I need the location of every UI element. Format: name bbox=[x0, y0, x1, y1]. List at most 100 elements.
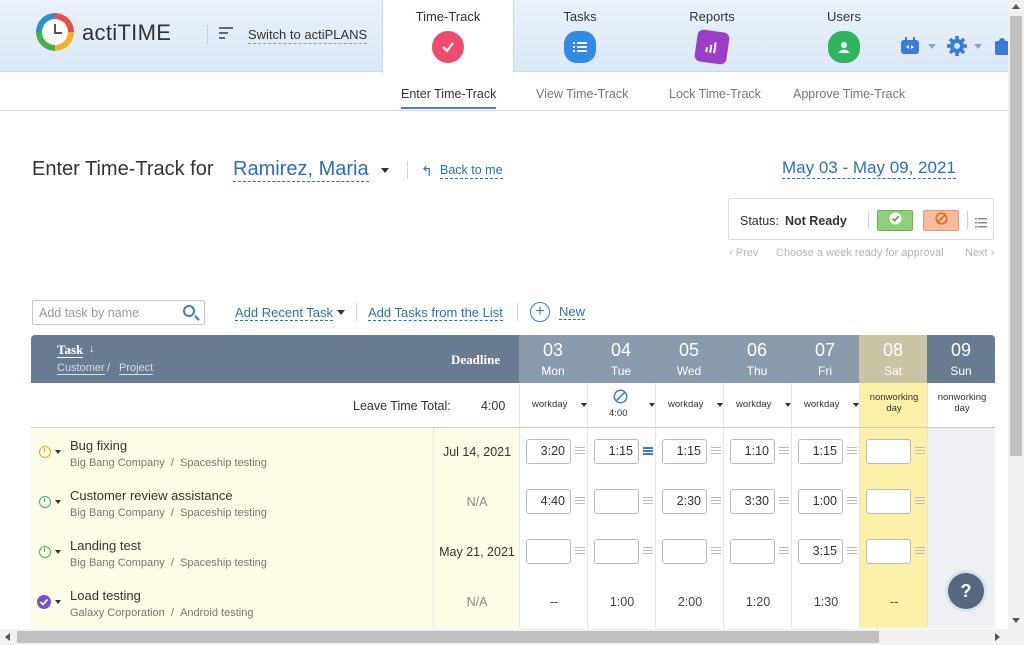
task-name[interactable]: Bug fixing bbox=[70, 438, 127, 453]
time-input[interactable] bbox=[594, 489, 639, 514]
next-week-link[interactable]: Next › bbox=[965, 247, 994, 259]
search-icon[interactable] bbox=[183, 305, 195, 317]
day-type-cell[interactable]: workday bbox=[655, 383, 723, 427]
time-input[interactable]: 3:15 bbox=[798, 539, 843, 564]
puzzle-icon[interactable] bbox=[993, 37, 1008, 57]
project-name[interactable]: Spaceship testing bbox=[180, 507, 267, 519]
comment-icon[interactable] bbox=[915, 447, 925, 456]
comment-icon[interactable] bbox=[779, 547, 789, 556]
comment-icon[interactable] bbox=[779, 447, 789, 456]
day-type-cell[interactable]: nonworking day bbox=[927, 383, 995, 427]
task-clock-icon[interactable] bbox=[39, 496, 51, 508]
project-name[interactable]: Spaceship testing bbox=[180, 557, 267, 569]
customer-sort-header[interactable]: Customer bbox=[57, 362, 105, 375]
time-input[interactable] bbox=[526, 539, 571, 564]
add-recent-task-link[interactable]: Add Recent Task bbox=[235, 305, 334, 321]
project-name[interactable]: Android testing bbox=[180, 607, 253, 619]
day-type-cell[interactable]: workday bbox=[723, 383, 791, 427]
comment-icon[interactable] bbox=[847, 497, 857, 506]
date-range-picker[interactable]: May 03 - May 09, 2021 bbox=[782, 157, 956, 179]
time-input[interactable]: 2:30 bbox=[662, 489, 707, 514]
history-list-icon[interactable] bbox=[975, 215, 987, 233]
time-input[interactable] bbox=[866, 439, 911, 464]
comment-icon[interactable] bbox=[915, 497, 925, 506]
task-sort-header[interactable]: Task bbox=[57, 343, 84, 358]
task-clock-icon[interactable] bbox=[39, 446, 51, 458]
deadline-header[interactable]: Deadline bbox=[451, 352, 500, 368]
comment-icon[interactable] bbox=[711, 497, 721, 506]
customer-name[interactable]: Galaxy Corporation bbox=[70, 607, 165, 619]
subtab-approve-time-track[interactable]: Approve Time-Track bbox=[793, 87, 905, 101]
time-input[interactable] bbox=[594, 539, 639, 564]
day-type-cell[interactable]: workday bbox=[791, 383, 859, 427]
user-selector[interactable]: Ramirez, Maria bbox=[233, 157, 369, 182]
time-input[interactable]: 1:15 bbox=[798, 439, 843, 464]
task-clock-icon[interactable] bbox=[39, 546, 51, 558]
task-name[interactable]: Load testing bbox=[70, 588, 141, 603]
tab-users[interactable]: Users bbox=[778, 0, 910, 72]
switch-to-actiplans-link[interactable]: Switch to actiPLANS bbox=[248, 27, 368, 44]
chevron-down-icon[interactable] bbox=[974, 44, 982, 49]
scroll-right-icon[interactable] bbox=[995, 633, 1000, 641]
day-type-cell[interactable]: workday bbox=[519, 383, 587, 427]
scroll-up-icon[interactable] bbox=[1012, 4, 1020, 9]
tab-tasks[interactable]: Tasks bbox=[514, 0, 646, 72]
sort-arrow-icon[interactable]: ↓ bbox=[89, 343, 95, 355]
new-task-link[interactable]: New bbox=[559, 304, 586, 320]
task-name[interactable]: Customer review assistance bbox=[70, 488, 233, 503]
chevron-down-icon[interactable] bbox=[55, 500, 61, 504]
day-type-cell[interactable]: nonworking day bbox=[859, 383, 927, 427]
time-input[interactable] bbox=[662, 539, 707, 564]
tab-time-track[interactable]: Time-Track bbox=[382, 0, 514, 73]
comment-icon[interactable] bbox=[575, 497, 585, 506]
scroll-left-icon[interactable] bbox=[5, 633, 10, 641]
comment-icon[interactable] bbox=[847, 547, 857, 556]
time-input[interactable]: 1:15 bbox=[594, 439, 639, 464]
tab-reports[interactable]: Reports bbox=[646, 0, 778, 72]
task-status-icon[interactable] bbox=[37, 595, 51, 609]
back-to-me-link[interactable]: Back to me bbox=[440, 163, 503, 179]
search-input[interactable] bbox=[32, 300, 205, 325]
back-arrow-icon[interactable]: ↰ bbox=[421, 163, 433, 180]
time-input[interactable]: 3:30 bbox=[730, 489, 775, 514]
customer-name[interactable]: Big Bang Company bbox=[70, 457, 165, 469]
time-input[interactable] bbox=[866, 539, 911, 564]
comment-icon[interactable] bbox=[643, 497, 653, 506]
gear-icon[interactable] bbox=[946, 35, 968, 62]
task-name[interactable]: Landing test bbox=[70, 538, 141, 553]
chevron-down-icon[interactable] bbox=[381, 168, 389, 173]
horizontal-scroll-thumb[interactable] bbox=[17, 631, 879, 643]
switch-icon[interactable] bbox=[219, 27, 233, 41]
plus-icon[interactable]: + bbox=[530, 302, 550, 322]
comment-icon[interactable] bbox=[779, 497, 789, 506]
project-name[interactable]: Spaceship testing bbox=[180, 457, 267, 469]
time-input[interactable]: 3:20 bbox=[526, 439, 571, 464]
comment-icon[interactable] bbox=[711, 547, 721, 556]
ready-button[interactable] bbox=[877, 210, 913, 231]
prev-week-link[interactable]: ‹ Prev bbox=[729, 247, 758, 259]
customer-name[interactable]: Big Bang Company bbox=[70, 557, 165, 569]
subtab-enter-time-track[interactable]: Enter Time-Track bbox=[401, 87, 497, 109]
chevron-down-icon[interactable] bbox=[337, 310, 345, 315]
vertical-scroll-thumb[interactable] bbox=[1010, 16, 1022, 456]
subtab-view-time-track[interactable]: View Time-Track bbox=[536, 87, 628, 101]
comment-icon[interactable] bbox=[643, 447, 653, 456]
comment-icon[interactable] bbox=[643, 547, 653, 556]
project-sort-header[interactable]: Project bbox=[119, 362, 154, 375]
comment-icon[interactable] bbox=[575, 447, 585, 456]
day-type-cell[interactable]: 4:00 bbox=[587, 383, 655, 427]
scroll-down-icon[interactable] bbox=[1012, 618, 1020, 623]
comment-icon[interactable] bbox=[915, 547, 925, 556]
comment-icon[interactable] bbox=[847, 447, 857, 456]
calendar-icon[interactable] bbox=[900, 37, 920, 60]
chevron-down-icon[interactable] bbox=[928, 44, 936, 49]
not-ready-button[interactable] bbox=[923, 210, 959, 231]
comment-icon[interactable] bbox=[711, 447, 721, 456]
time-input[interactable] bbox=[730, 539, 775, 564]
chevron-down-icon[interactable] bbox=[55, 600, 61, 604]
subtab-lock-time-track[interactable]: Lock Time-Track bbox=[669, 87, 761, 101]
help-button[interactable]: ? bbox=[948, 573, 984, 609]
time-input[interactable]: 1:10 bbox=[730, 439, 775, 464]
chevron-down-icon[interactable] bbox=[55, 550, 61, 554]
brand-name[interactable]: actiTIME bbox=[82, 20, 171, 46]
